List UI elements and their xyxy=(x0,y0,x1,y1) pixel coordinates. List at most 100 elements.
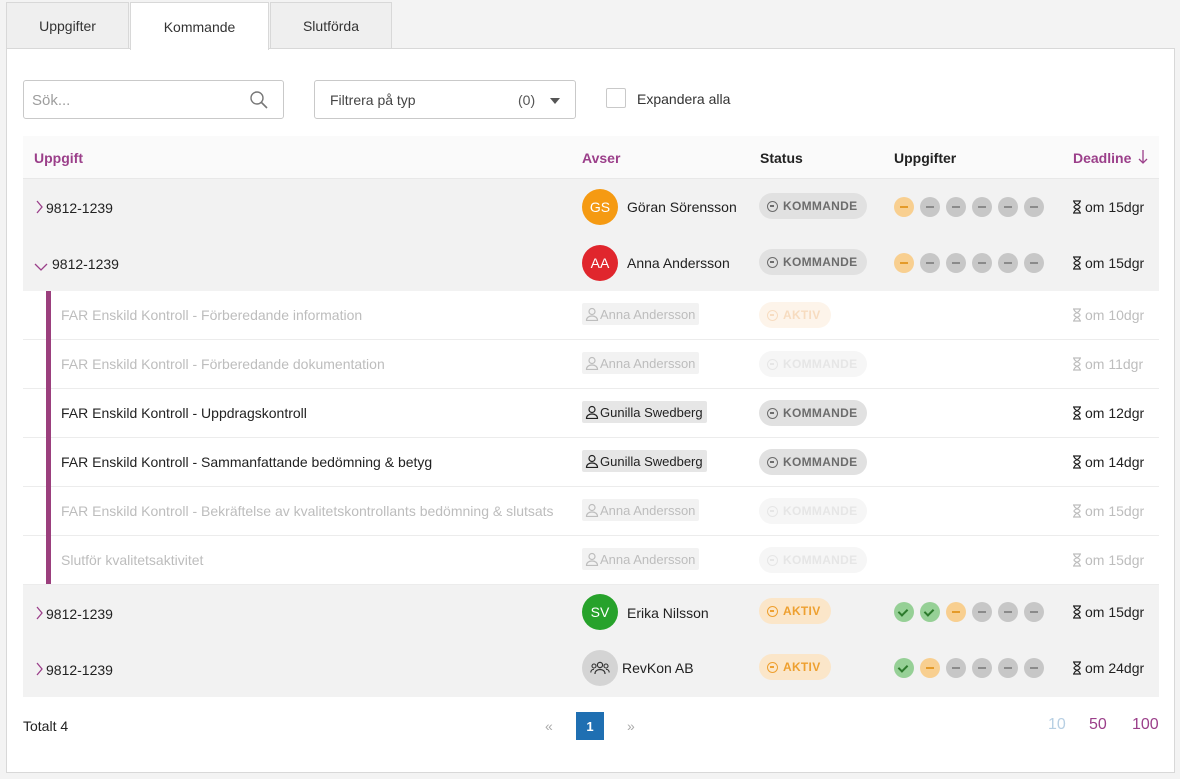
progress-todo-icon xyxy=(972,197,992,217)
expand-all-checkbox[interactable] xyxy=(606,88,626,108)
status-badge: KOMMANDE xyxy=(759,351,868,377)
deadline-text: om 15dgr xyxy=(1085,552,1145,568)
progress-todo-icon xyxy=(998,602,1018,622)
assignee-chip: Anna Andersson xyxy=(582,499,700,521)
avatar: AA xyxy=(582,245,618,281)
subtask-row[interactable]: FAR Enskild Kontroll - Förberedande info… xyxy=(23,291,1159,340)
page-size-50[interactable]: 50 xyxy=(1089,716,1107,734)
subtask-progress xyxy=(894,602,1050,622)
status-text: AKTIV xyxy=(783,308,821,322)
progress-todo-icon xyxy=(972,253,992,273)
subtask-row[interactable]: FAR Enskild Kontroll - Sammanfattande be… xyxy=(23,438,1159,487)
deadline: om 15dgr xyxy=(1072,604,1144,620)
table-row[interactable]: 9812-1239 GS Göran Sörensson KOMMANDE om… xyxy=(23,179,1159,235)
progress-todo-icon xyxy=(920,253,940,273)
status-text: KOMMANDE xyxy=(783,199,858,213)
deadline-text: om 12dgr xyxy=(1085,405,1145,421)
deadline: om 15dgr xyxy=(1072,199,1144,215)
status-badge: AKTIV xyxy=(759,302,831,328)
subtask-title[interactable]: FAR Enskild Kontroll - Bekräftelse av kv… xyxy=(61,503,554,519)
subtask-title[interactable]: FAR Enskild Kontroll - Uppdragskontroll xyxy=(61,405,307,421)
pagination-next[interactable]: » xyxy=(627,718,635,734)
table-row[interactable]: 9812-1239 SV Erika Nilsson AKTIV om 15dg… xyxy=(23,585,1159,641)
hourglass-icon xyxy=(1073,357,1081,371)
column-header-concerns[interactable]: Avser xyxy=(582,150,620,166)
minus-circle-icon xyxy=(767,256,778,268)
deadline-text: om 10dgr xyxy=(1085,307,1145,323)
pagination-prev[interactable]: « xyxy=(545,718,553,734)
row-id[interactable]: 9812-1239 xyxy=(46,662,113,678)
deadline: om 12dgr xyxy=(1072,405,1144,421)
column-header-deadline[interactable]: Deadline xyxy=(1073,150,1148,166)
assignee-chip: Anna Andersson xyxy=(582,548,700,570)
status-text: KOMMANDE xyxy=(783,504,858,518)
subtask-title[interactable]: FAR Enskild Kontroll - Sammanfattande be… xyxy=(61,454,432,470)
status-text: KOMMANDE xyxy=(783,455,858,469)
chevron-right-icon[interactable] xyxy=(35,662,43,679)
assignee-name: Gunilla Swedberg xyxy=(600,453,703,469)
chevron-down-icon xyxy=(550,98,560,104)
assignee-name: Anna Andersson xyxy=(600,551,696,567)
type-filter-select[interactable]: Filtrera på typ (0) xyxy=(314,80,576,119)
search-input[interactable] xyxy=(32,91,242,109)
tab-uppgifter[interactable]: Uppgifter xyxy=(6,2,129,49)
assignee-name: Gunilla Swedberg xyxy=(600,404,703,420)
search-field[interactable] xyxy=(23,80,284,119)
status-badge: KOMMANDE xyxy=(759,193,868,219)
deadline-text: om 14dgr xyxy=(1085,454,1145,470)
minus-circle-icon xyxy=(767,661,778,673)
subtask-row[interactable]: Slutför kvalitetsaktivitet Anna Andersso… xyxy=(23,536,1159,585)
table-row[interactable]: 9812-1239 AA Anna Andersson KOMMANDE om … xyxy=(23,235,1159,291)
avatar xyxy=(582,650,618,686)
status-badge: KOMMANDE xyxy=(759,449,868,475)
person-name: RevKon AB xyxy=(622,660,694,676)
page-size-100[interactable]: 100 xyxy=(1132,716,1159,734)
progress-todo-icon xyxy=(946,658,966,678)
subtask-row[interactable]: FAR Enskild Kontroll - Förberedande doku… xyxy=(23,340,1159,389)
status-text: KOMMANDE xyxy=(783,255,858,269)
progress-todo-icon xyxy=(1024,658,1044,678)
chevron-right-icon[interactable] xyxy=(35,606,43,623)
subtask-row[interactable]: FAR Enskild Kontroll - Uppdragskontroll … xyxy=(23,389,1159,438)
person-name: Göran Sörensson xyxy=(627,199,737,215)
chevron-down-icon[interactable] xyxy=(34,258,48,274)
subtask-title[interactable]: FAR Enskild Kontroll - Förberedande doku… xyxy=(61,356,385,372)
sort-descending-icon xyxy=(1138,150,1148,164)
user-icon xyxy=(585,552,599,566)
subtask-title[interactable]: FAR Enskild Kontroll - Förberedande info… xyxy=(61,307,362,323)
deadline: om 15dgr xyxy=(1072,552,1144,568)
progress-todo-icon xyxy=(1024,253,1044,273)
assignee-chip: Anna Andersson xyxy=(582,303,700,325)
chevron-right-icon[interactable] xyxy=(35,200,43,217)
user-icon xyxy=(585,405,599,419)
status-text: AKTIV xyxy=(783,660,821,674)
row-id[interactable]: 9812-1239 xyxy=(46,606,113,622)
progress-todo-icon xyxy=(1024,602,1044,622)
column-header-task[interactable]: Uppgift xyxy=(34,150,83,166)
subtask-row[interactable]: FAR Enskild Kontroll - Bekräftelse av kv… xyxy=(23,487,1159,536)
progress-pending-icon xyxy=(946,602,966,622)
assignee-name: Anna Andersson xyxy=(600,306,696,322)
hourglass-icon xyxy=(1073,256,1081,270)
type-filter-label: Filtrera på typ xyxy=(330,92,416,108)
tab-kommande[interactable]: Kommande xyxy=(130,2,269,50)
expand-all-label[interactable]: Expandera alla xyxy=(637,91,730,107)
minus-circle-icon xyxy=(767,200,778,212)
progress-todo-icon xyxy=(1024,197,1044,217)
progress-done-icon xyxy=(894,602,914,622)
person-name: Anna Andersson xyxy=(627,255,730,271)
user-icon xyxy=(585,454,599,468)
table-row[interactable]: 9812-1239 RevKon AB AKTIV om 24dgr xyxy=(23,641,1159,697)
row-id[interactable]: 9812-1239 xyxy=(52,256,119,272)
pagination-current-page[interactable]: 1 xyxy=(576,712,604,740)
deadline-text: om 11dgr xyxy=(1085,356,1144,372)
hourglass-icon xyxy=(1073,553,1081,567)
page-size-10[interactable]: 10 xyxy=(1048,716,1066,734)
user-icon xyxy=(585,307,599,321)
tab-slutforda[interactable]: Slutförda xyxy=(270,2,392,49)
status-badge: KOMMANDE xyxy=(759,249,868,275)
row-id[interactable]: 9812-1239 xyxy=(46,200,113,216)
search-icon[interactable] xyxy=(249,90,269,113)
deadline: om 15dgr xyxy=(1072,255,1144,271)
subtask-title[interactable]: Slutför kvalitetsaktivitet xyxy=(61,552,203,568)
